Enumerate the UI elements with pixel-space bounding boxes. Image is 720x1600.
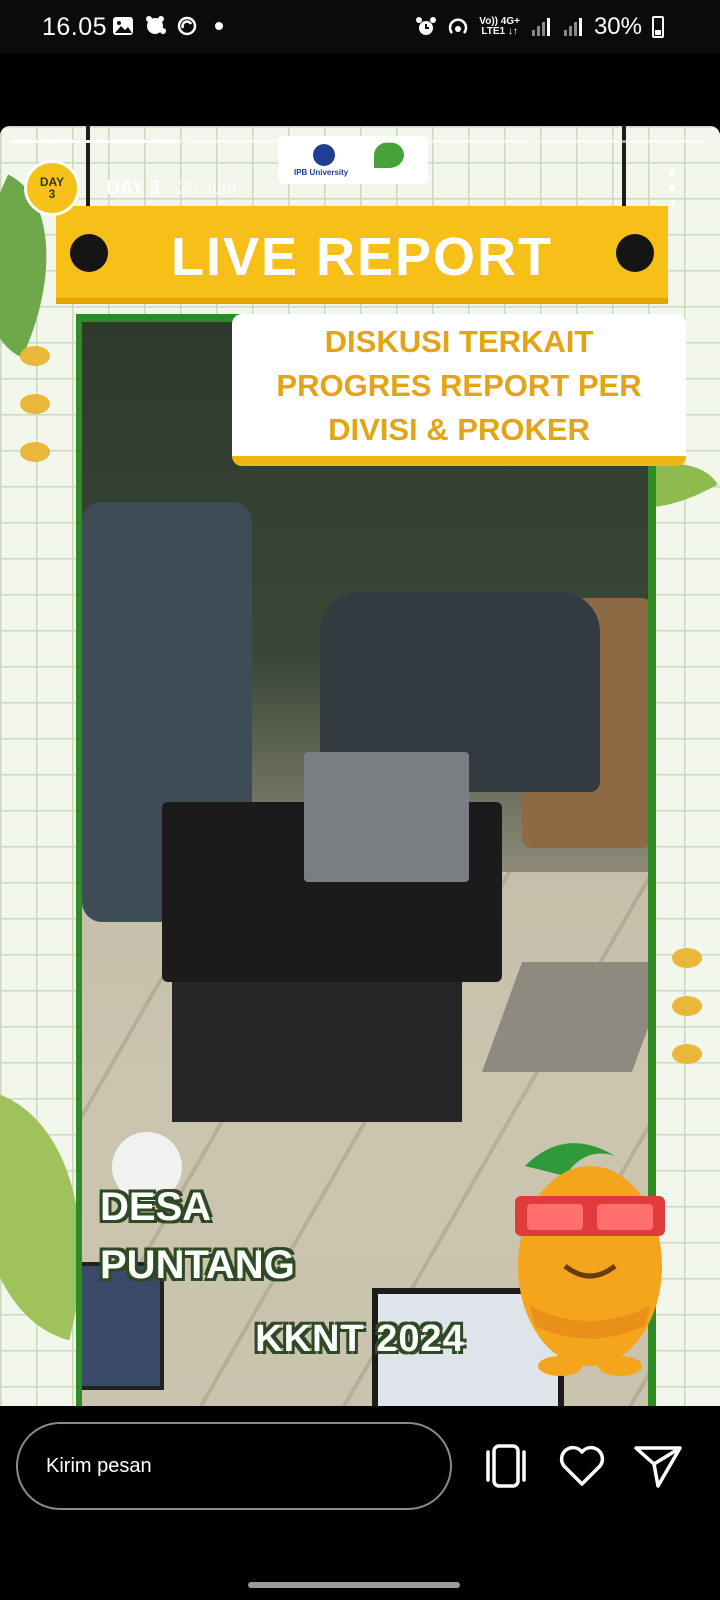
notification-icons [112, 15, 230, 37]
topic-text: DISKUSI TERKAIT PROGRES REPORT PER DIVIS… [276, 324, 642, 447]
dot-decoration [672, 996, 702, 1016]
status-time: 16.05 [42, 13, 108, 41]
hotspot-icon [449, 18, 468, 34]
story-date: 26 Juni [178, 178, 237, 198]
progress-segment [539, 140, 710, 143]
app-notification-icon [146, 16, 166, 34]
network-type-label: Vo)) 4G+ LTE1 ↓↑ [479, 16, 520, 37]
signal-icon-2 [563, 18, 582, 36]
mango-mascot-icon [515, 1143, 665, 1376]
send-icon[interactable] [632, 1440, 684, 1492]
logo-box: IPB University [278, 136, 428, 184]
story-viewer[interactable]: LIVE REPORT IPB University DAY 3 DAY 3 2… [0, 126, 720, 1406]
layers-icon[interactable] [480, 1440, 532, 1492]
story-username[interactable]: DAY 3 [106, 178, 160, 200]
battery-icon [652, 16, 664, 38]
partner-logo-icon [374, 142, 404, 168]
live-report-banner: LIVE REPORT [56, 206, 668, 304]
avatar[interactable]: DAY 3 [24, 160, 80, 216]
dot-icon [215, 22, 223, 30]
dot-decoration [20, 394, 50, 414]
gesture-nav-bar[interactable] [248, 1582, 460, 1588]
progress-segment [363, 140, 534, 143]
location-label: DESA PUNTANG [100, 1185, 295, 1287]
table-base [172, 982, 462, 1122]
laptop [304, 752, 469, 882]
alarm-icon [416, 17, 437, 35]
dot-decoration [672, 1044, 702, 1064]
heart-icon[interactable] [556, 1440, 608, 1492]
system-icons: Vo)) 4G+ LTE1 ↓↑ 30% [415, 13, 664, 41]
progress-segment [10, 140, 181, 143]
gallery-notification-icon [113, 17, 133, 35]
dot-decoration [20, 346, 50, 366]
story-progress [10, 140, 710, 143]
loop-notification-icon [177, 16, 197, 36]
ipb-logo-icon [313, 144, 335, 166]
battery-percent: 30% [593, 13, 642, 40]
topic-card: DISKUSI TERKAIT PROGRES REPORT PER DIVIS… [232, 314, 686, 466]
banner-title: LIVE REPORT [170, 227, 554, 287]
message-input[interactable]: Kirim pesan [16, 1422, 452, 1510]
progress-segment [186, 140, 357, 143]
signal-icon [531, 18, 550, 36]
dot-decoration [20, 442, 50, 462]
ipb-logo-text: IPB University [294, 168, 349, 177]
more-options-icon[interactable] [668, 170, 676, 206]
dot-decoration [672, 948, 702, 968]
status-bar: 16.05 Vo)) 4G+ LTE1 ↓↑ 30% [0, 0, 720, 54]
